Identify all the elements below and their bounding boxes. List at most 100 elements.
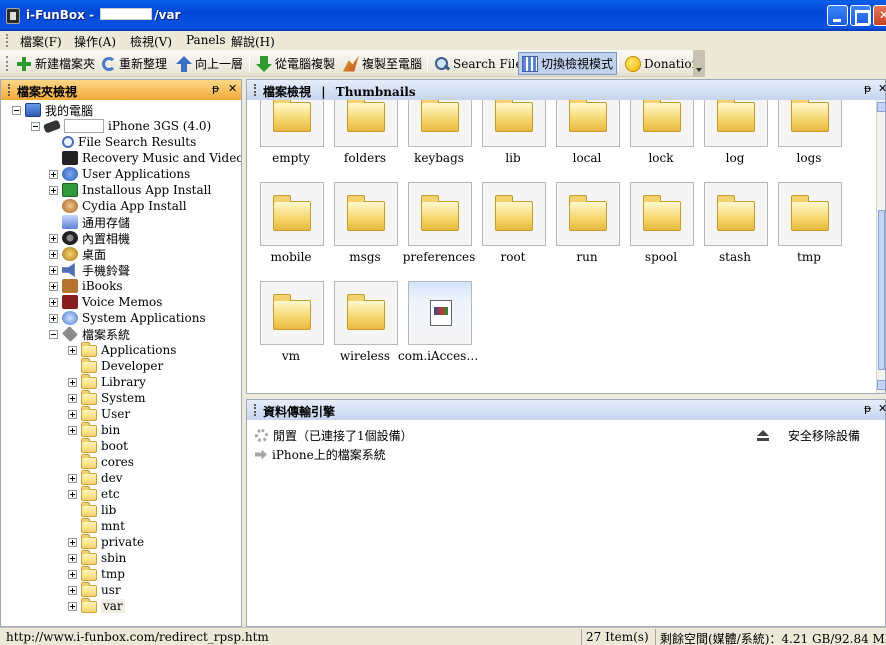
tree-item[interactable]: 通用存儲 (49, 214, 130, 230)
expand-toggle[interactable] (49, 313, 58, 323)
folder-tile[interactable]: msgs (328, 182, 402, 272)
pin-icon[interactable]: ᵽ (864, 82, 871, 95)
folder-tile[interactable]: mobile (254, 182, 328, 272)
expand-toggle[interactable] (68, 585, 77, 595)
expand-toggle[interactable] (49, 265, 58, 275)
expand-toggle[interactable] (68, 537, 77, 547)
maximize-button[interactable] (850, 5, 871, 26)
pin-icon[interactable]: ᵽ (212, 82, 219, 95)
tree-item[interactable]: 我的電腦 (12, 102, 93, 118)
close-icon[interactable]: ✕ (228, 82, 237, 95)
tree-item[interactable]: 檔案系統 (49, 326, 130, 342)
expand-toggle[interactable] (68, 489, 77, 499)
close-icon[interactable]: ✕ (878, 82, 886, 95)
tree-item[interactable]: iBooks (49, 278, 123, 294)
device-filesystem-row[interactable]: iPhone上的檔案系統 (255, 446, 386, 463)
menu-panels[interactable]: Panels (186, 33, 226, 47)
folder-tile[interactable]: folders (328, 100, 402, 173)
panel-grip[interactable] (254, 84, 256, 96)
folder-tile[interactable]: spool (624, 182, 698, 272)
toolbar-overflow-button[interactable] (693, 50, 705, 77)
folder-tile[interactable]: log (698, 100, 772, 173)
folder-tile[interactable]: stash (698, 182, 772, 272)
tree-item[interactable]: private (68, 534, 144, 550)
tree-item[interactable]: Voice Memos (49, 294, 162, 310)
tree-item[interactable]: tmp (68, 566, 125, 582)
refresh-button[interactable]: 重新整理 (99, 52, 170, 75)
expand-toggle[interactable] (68, 377, 77, 387)
tree-item[interactable]: boot (68, 438, 128, 454)
expand-toggle[interactable] (68, 569, 77, 579)
menu-action[interactable]: 操作(A) (74, 33, 116, 50)
expand-toggle[interactable] (49, 169, 58, 179)
tree-item[interactable]: Recovery Music and Video (49, 150, 241, 166)
tree-item[interactable]: usr (68, 582, 121, 598)
pin-icon[interactable]: ᵽ (864, 402, 871, 415)
expand-toggle[interactable] (49, 249, 58, 259)
expand-toggle[interactable] (49, 281, 58, 291)
up-button[interactable]: 向上一層 (173, 52, 246, 75)
tree-item[interactable]: User Applications (49, 166, 190, 182)
collapse-toggle[interactable] (12, 105, 21, 115)
expand-toggle[interactable] (49, 185, 58, 195)
menu-file[interactable]: 檔案(F) (20, 33, 62, 50)
tree-item[interactable]: lib (68, 502, 116, 518)
folder-tile[interactable]: vm (254, 281, 328, 371)
tree-item[interactable]: bin (68, 422, 120, 438)
expand-toggle[interactable] (49, 297, 58, 307)
tree-item[interactable]: File Search Results (49, 134, 196, 150)
tree-item[interactable]: System (68, 390, 145, 406)
toggle-view-button[interactable]: 切換檢視模式 (518, 52, 618, 75)
tree-item[interactable]: User (68, 406, 130, 422)
folder-tile[interactable]: root (476, 182, 550, 272)
menu-grip[interactable] (6, 34, 9, 47)
tree-item[interactable]: mnt (68, 518, 125, 534)
toolbar-grip[interactable] (6, 56, 9, 71)
new-folder-button[interactable]: 新建檔案夾 (13, 52, 98, 75)
tree-item[interactable]: sbin (68, 550, 126, 566)
expand-toggle[interactable] (49, 233, 58, 243)
folder-tile[interactable]: logs (772, 100, 846, 173)
donation-button[interactable]: Donation (622, 52, 702, 75)
tree-item[interactable]: 內置相機 (49, 230, 130, 246)
expand-toggle[interactable] (68, 345, 77, 355)
vertical-scrollbar[interactable] (876, 100, 886, 393)
panel-grip[interactable] (8, 84, 10, 96)
folder-tile[interactable]: empty (254, 100, 328, 173)
copy-from-pc-button[interactable]: 從電腦複製 (253, 52, 338, 75)
folder-tile[interactable]: lock (624, 100, 698, 173)
folder-tile[interactable]: preferences (402, 182, 476, 272)
tree-item[interactable]: System Applications (49, 310, 206, 326)
app-icon[interactable] (6, 8, 20, 24)
search-files-button[interactable]: Search Files (431, 52, 532, 75)
tree-item[interactable]: 手機鈴聲 (49, 262, 130, 278)
scroll-up-arrow[interactable] (877, 102, 886, 112)
folder-tile[interactable]: lib (476, 100, 550, 173)
scroll-down-arrow[interactable] (877, 380, 886, 390)
collapse-toggle[interactable] (49, 329, 58, 339)
menu-help[interactable]: 解說(H) (231, 33, 275, 50)
tree-item[interactable]: Cydia App Install (49, 198, 187, 214)
tree-item[interactable]: Applications (68, 342, 176, 358)
expand-toggle[interactable] (68, 473, 77, 483)
menu-view[interactable]: 檢視(V) (130, 33, 172, 50)
close-icon[interactable]: ✕ (878, 402, 886, 415)
expand-toggle[interactable] (68, 601, 77, 611)
scrollbar-thumb[interactable] (878, 210, 885, 370)
tree-item[interactable]: 桌面 (49, 246, 106, 262)
tree-item[interactable]: Library (68, 374, 146, 390)
expand-toggle[interactable] (68, 409, 77, 419)
collapse-toggle[interactable] (31, 121, 40, 131)
expand-toggle[interactable] (68, 553, 77, 563)
copy-to-pc-button[interactable]: 複製至電腦 (340, 52, 425, 75)
expand-toggle[interactable] (68, 425, 77, 435)
tree-item[interactable]: iPhone 3GS (4.0) (31, 118, 211, 134)
tree-item[interactable]: dev (68, 470, 123, 486)
close-window-button[interactable] (873, 5, 886, 26)
tree-item[interactable]: cores (68, 454, 134, 470)
panel-grip[interactable] (254, 404, 256, 416)
folder-tile[interactable]: tmp (772, 182, 846, 272)
folder-tile[interactable]: wireless (328, 281, 402, 371)
tree-item[interactable]: var (68, 598, 125, 614)
folder-tile[interactable]: keybags (402, 100, 476, 173)
